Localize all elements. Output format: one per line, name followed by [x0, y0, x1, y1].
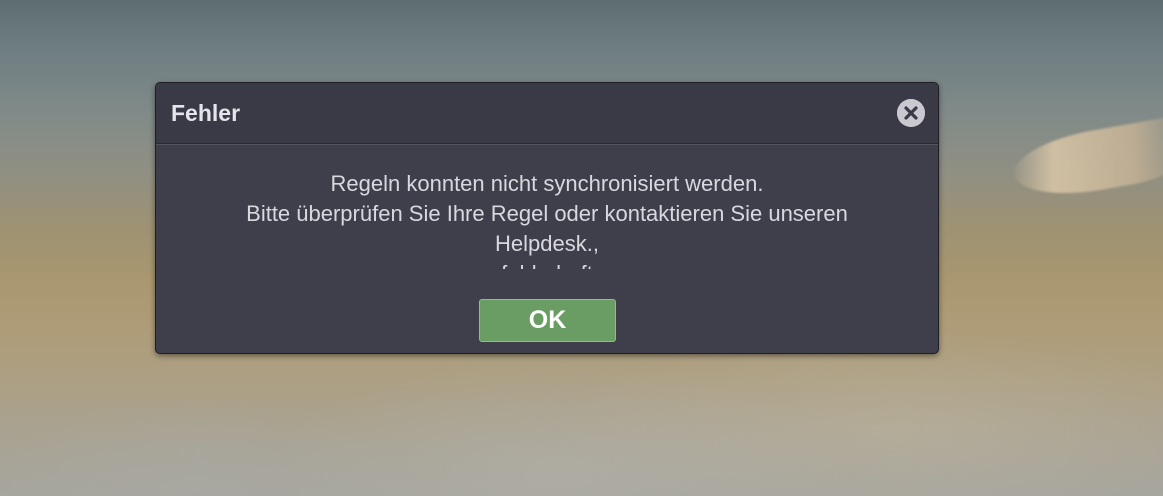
- message-line: Helpdesk.,: [495, 231, 599, 256]
- close-icon: [897, 99, 925, 127]
- message-line: fehlerhaft: [156, 259, 938, 269]
- dialog-title: Fehler: [171, 100, 241, 126]
- close-button[interactable]: [897, 99, 925, 127]
- dialog-message: Regeln konnten nicht synchronisiert werd…: [156, 169, 938, 269]
- message-line: Bitte überprüfen Sie Ihre Regel oder kon…: [246, 201, 848, 226]
- dialog-header: Fehler: [156, 83, 938, 144]
- ok-button[interactable]: OK: [479, 299, 616, 342]
- background-starfish: [1009, 115, 1163, 205]
- message-line: Regeln konnten nicht synchronisiert werd…: [330, 171, 764, 196]
- error-dialog: Fehler Regeln konnten nicht synchronisie…: [155, 82, 939, 354]
